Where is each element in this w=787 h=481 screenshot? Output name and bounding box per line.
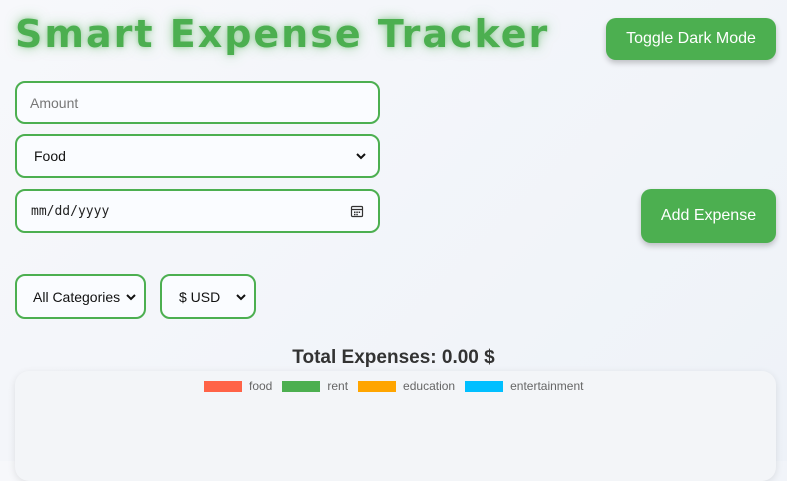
date-placeholder: mm/dd/yyyy bbox=[31, 203, 110, 219]
legend-swatch-education bbox=[358, 380, 397, 392]
legend-swatch-food bbox=[204, 380, 242, 392]
amount-placeholder: Amount bbox=[30, 94, 79, 111]
legend-item-food[interactable]: food bbox=[204, 379, 272, 393]
total-expenses: Total Expenses: 0.00 $ bbox=[292, 347, 495, 368]
currency-select-value: $ USD bbox=[179, 288, 221, 305]
calendar-icon[interactable] bbox=[350, 204, 364, 218]
currency-select[interactable]: $ USD bbox=[160, 274, 256, 319]
category-filter-value: All Categories bbox=[33, 288, 121, 305]
page-title: Smart Expense Tracker bbox=[15, 12, 550, 56]
category-select-value: Food bbox=[34, 148, 66, 164]
category-filter-select[interactable]: All Categories bbox=[15, 274, 146, 319]
legend-item-rent[interactable]: rent bbox=[282, 379, 348, 393]
legend-label-entertainment: entertainment bbox=[510, 379, 584, 393]
legend-swatch-entertainment bbox=[465, 380, 504, 392]
chevron-down-icon bbox=[126, 293, 136, 300]
add-expense-button[interactable]: Add Expense bbox=[641, 189, 776, 243]
amount-input[interactable]: Amount bbox=[15, 81, 380, 124]
legend-item-entertainment[interactable]: entertainment bbox=[465, 379, 583, 393]
chevron-down-icon bbox=[356, 153, 366, 160]
legend-swatch-rent bbox=[282, 380, 321, 392]
legend-label-education: education bbox=[403, 379, 456, 393]
toggle-dark-mode-button[interactable]: Toggle Dark Mode bbox=[606, 18, 776, 60]
chevron-down-icon bbox=[236, 293, 246, 300]
chart-legend: food rent education entertainment bbox=[204, 379, 593, 393]
date-input[interactable]: mm/dd/yyyy bbox=[15, 189, 380, 233]
legend-label-rent: rent bbox=[327, 379, 349, 393]
legend-item-education[interactable]: education bbox=[358, 379, 455, 393]
legend-label-food: food bbox=[249, 379, 273, 393]
category-select[interactable]: Food bbox=[15, 134, 380, 178]
